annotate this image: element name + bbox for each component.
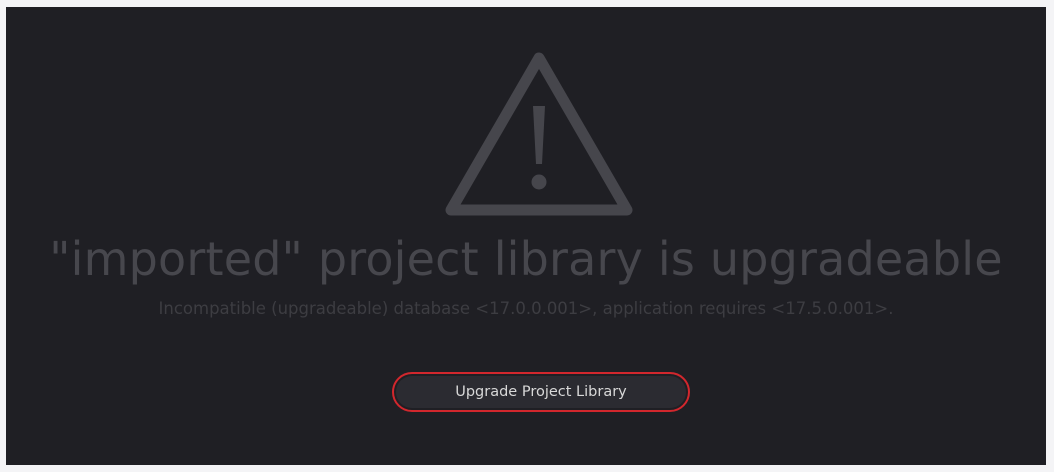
upgrade-dialog-panel: "imported" project library is upgradeabl… <box>6 7 1046 465</box>
dialog-message: Incompatible (upgradeable) database <17.… <box>158 299 894 318</box>
upgrade-project-library-button[interactable]: Upgrade Project Library <box>392 372 690 412</box>
warning-triangle-icon <box>445 52 633 216</box>
dialog-title: "imported" project library is upgradeabl… <box>49 232 1003 286</box>
upgrade-button-label: Upgrade Project Library <box>396 376 686 408</box>
